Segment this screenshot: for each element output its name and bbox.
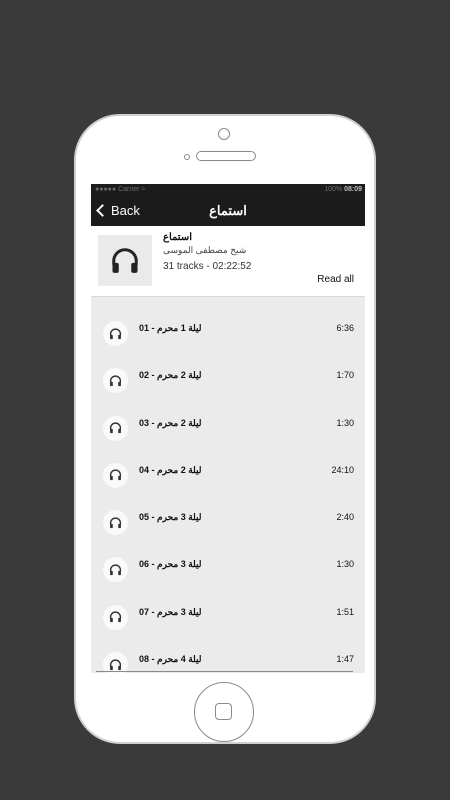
album-header: استماع شيخ مصطفى الموسى 31 tracks - 02:2…	[91, 226, 365, 297]
track-duration: 24:10	[331, 464, 354, 475]
track-duration: 1:30	[336, 559, 354, 570]
track-name: ليلة 1 محرم - 01	[139, 323, 202, 333]
headphones-icon	[103, 652, 128, 673]
clock-label: 08:09	[344, 186, 362, 193]
track-name: ليلة 2 محرم - 04	[139, 464, 202, 475]
scroll-divider	[96, 671, 353, 672]
track-row[interactable]: ليلة 4 محرم - 08 1:47	[91, 644, 365, 673]
track-duration: 1:47	[336, 654, 354, 665]
phone-frame: ●●●●● Carrier ≈ 100% 08:09 Back استماع ا	[74, 114, 376, 744]
track-row[interactable]: ليلة 3 محرم - 07 1:51	[91, 597, 365, 644]
read-all-button[interactable]: Read all	[317, 274, 354, 285]
track-row[interactable]: ليلة 2 محرم - 02 1:70	[91, 360, 365, 407]
nav-bar: Back استماع	[91, 195, 365, 226]
track-row[interactable]: ليلة 2 محرم - 03 1:30	[91, 408, 365, 455]
album-art	[98, 235, 152, 286]
proximity-sensor	[184, 154, 190, 160]
track-row[interactable]: ليلة 1 محرم - 01 6:36	[91, 313, 365, 360]
track-name: ليلة 4 محرم - 08	[139, 654, 202, 665]
battery-label: 100%	[324, 186, 343, 193]
headphones-icon	[103, 321, 128, 346]
page-title: استماع	[209, 203, 247, 218]
home-square-icon	[215, 703, 232, 720]
track-duration: 2:40	[336, 512, 354, 523]
track-duration: 6:36	[336, 323, 354, 333]
track-name: ليلة 3 محرم - 06	[139, 559, 202, 570]
headphones-icon	[112, 247, 138, 273]
headphones-icon	[103, 557, 128, 583]
headphones-icon	[103, 368, 128, 394]
track-row[interactable]: ليلة 3 محرم - 05 2:40	[91, 502, 365, 549]
track-name: ليلة 2 محرم - 03	[139, 417, 202, 428]
status-right: 100% 08:09	[324, 184, 362, 195]
track-row[interactable]: ليلة 3 محرم - 06 1:30	[91, 549, 365, 596]
album-tracks-info: 31 tracks - 02:22:52	[163, 261, 252, 272]
earpiece-speaker	[196, 151, 256, 161]
track-name: ليلة 3 محرم - 05	[139, 512, 202, 523]
front-camera	[218, 128, 230, 140]
carrier-label: ●●●●● Carrier ≈	[95, 186, 146, 193]
headphones-icon	[103, 510, 128, 536]
app-screen: ●●●●● Carrier ≈ 100% 08:09 Back استماع ا	[91, 184, 365, 673]
track-name: ليلة 2 محرم - 02	[139, 370, 202, 381]
track-duration: 1:70	[336, 370, 354, 381]
status-bar: ●●●●● Carrier ≈ 100% 08:09	[91, 184, 365, 195]
headphones-icon	[103, 415, 128, 441]
home-button[interactable]	[194, 682, 254, 742]
track-duration: 1:51	[336, 606, 354, 617]
album-author: شيخ مصطفى الموسى	[163, 245, 247, 255]
track-name: ليلة 3 محرم - 07	[139, 606, 202, 617]
headphones-icon	[103, 604, 128, 630]
album-title: استماع	[163, 232, 192, 243]
track-duration: 1:30	[336, 417, 354, 428]
track-list: ليلة 1 محرم - 01 6:36 ليلة 2 محرم - 02 1…	[91, 297, 365, 673]
track-row[interactable]: ليلة 2 محرم - 04 24:10	[91, 455, 365, 502]
headphones-icon	[103, 462, 128, 488]
